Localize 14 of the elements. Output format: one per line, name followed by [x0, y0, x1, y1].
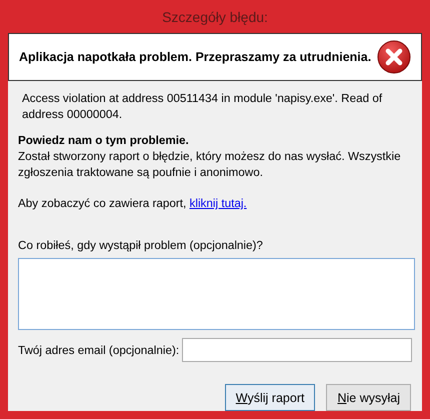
- send-report-button[interactable]: Wyślij raport: [224, 384, 316, 411]
- dont-send-button[interactable]: Nie wysyłaj: [326, 384, 411, 411]
- view-report-text: Aby zobaczyć co zawiera raport, kliknij tutaj.: [18, 196, 248, 212]
- window-title: Szczegóły błędu:: [161, 8, 269, 27]
- error-details: Access violation at address 00511434 in module 'napisy.exe'. Read of address 00000004.: [22, 91, 384, 123]
- section-heading: Powiedz nam o tym problemie.: [18, 133, 190, 149]
- error-message: Aplikacja napotkała problem. Przepraszamy za utrudnienia.: [19, 50, 372, 64]
- email-label: Twój adres email (opcjonalnie):: [18, 344, 180, 356]
- description-field[interactable]: [18, 258, 415, 330]
- report-description: Został stworzony raport o błędzie, który możesz do nas wysłać. Wszystkie zgłoszenia traktowane są poufnie i anonimowo.: [18, 149, 402, 181]
- report-link[interactable]: kliknij tutaj.: [190, 197, 247, 210]
- description-label: Co robiłeś, gdy wystąpił problem (opcjonalnie)?: [18, 238, 264, 254]
- email-field[interactable]: [182, 338, 412, 362]
- error-icon: [377, 40, 411, 74]
